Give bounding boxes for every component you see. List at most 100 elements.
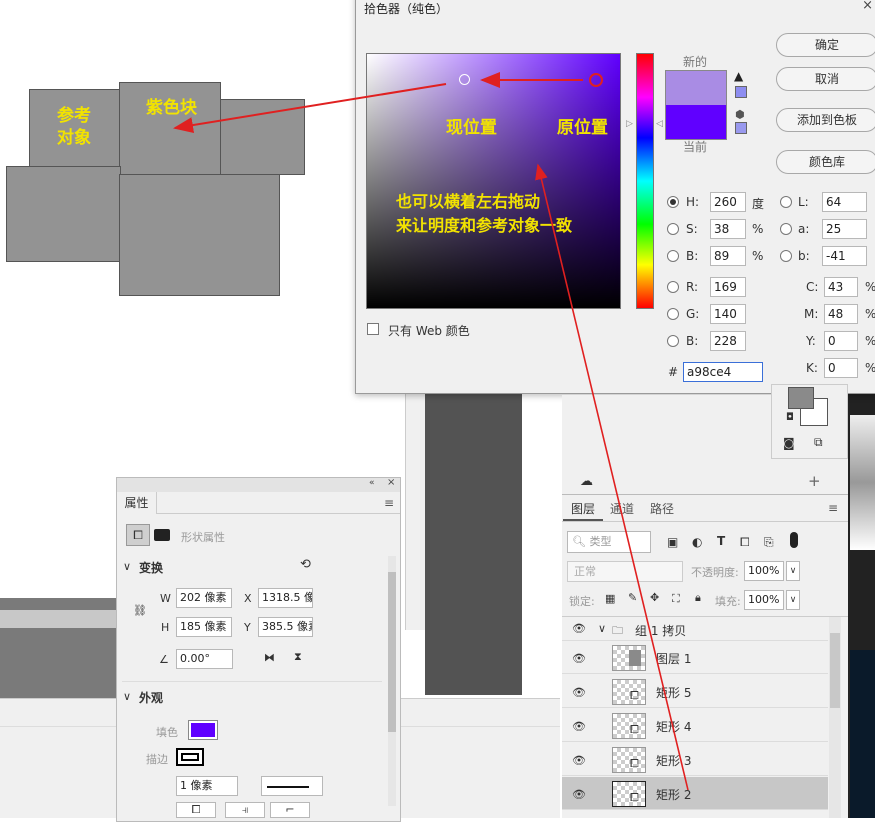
quick-mask-icon[interactable]: ◙ xyxy=(783,436,795,450)
tab-layers[interactable]: 图层 xyxy=(563,497,603,521)
h-field[interactable]: 185 像素 xyxy=(176,617,232,637)
reset-icon[interactable]: ⟲ xyxy=(300,557,311,572)
properties-scrollbar[interactable] xyxy=(388,556,396,806)
cancel-button[interactable]: 取消 xyxy=(776,67,875,91)
web-swatch[interactable] xyxy=(735,122,747,134)
l-field[interactable]: 64 xyxy=(822,192,867,212)
ok-button[interactable]: 确定 xyxy=(776,33,875,57)
blend-mode-dropdown[interactable]: 正常 xyxy=(567,561,683,582)
properties-scrollbar-thumb[interactable] xyxy=(388,572,396,732)
layer-row[interactable]: 👁︎ ⧠ 矩形 3 xyxy=(562,743,828,776)
layer-row[interactable]: 👁︎ 图层 1 xyxy=(562,641,828,674)
eye-icon[interactable]: 👁︎ xyxy=(572,622,586,635)
radio-s[interactable] xyxy=(667,223,679,235)
color-library-button[interactable]: 颜色库 xyxy=(776,150,875,174)
current-color-swatch[interactable] xyxy=(665,105,727,140)
y-field[interactable]: 385.5 像素 xyxy=(258,617,313,637)
eye-icon[interactable]: 👁︎ xyxy=(572,652,586,665)
stroke-style-dropdown[interactable] xyxy=(261,776,323,796)
fill-field[interactable]: 100% xyxy=(744,590,784,610)
c-field[interactable]: 43 xyxy=(824,277,858,297)
tab-paths[interactable]: 路径 xyxy=(642,497,682,521)
layers-scrollbar-thumb[interactable] xyxy=(830,633,840,708)
m-field[interactable]: 48 xyxy=(824,304,858,324)
stroke-size-field[interactable]: 1 像素 xyxy=(176,776,238,796)
close-icon[interactable]: × xyxy=(862,0,873,13)
w-field[interactable]: 202 像素 xyxy=(176,588,232,608)
eye-icon[interactable]: 👁︎ xyxy=(572,686,586,699)
panel-close-icon[interactable]: × xyxy=(387,477,395,488)
gamut-swatch[interactable] xyxy=(735,86,747,98)
k-field[interactable]: 0 xyxy=(824,358,858,378)
stroke-caps-dropdown[interactable]: ⫣ xyxy=(225,802,265,818)
lock-brush-icon[interactable]: ✎ xyxy=(628,591,637,604)
shape-props-icon[interactable]: ⧠ xyxy=(126,524,150,546)
layer-row[interactable]: 👁︎ ⧠ 矩形 4 xyxy=(562,709,828,742)
filter-shape-icon[interactable]: ⧠ xyxy=(740,535,750,550)
stroke-align-dropdown[interactable]: ⧠ xyxy=(176,802,216,818)
foreground-color-swatch[interactable] xyxy=(788,387,814,409)
eye-icon[interactable]: 👁︎ xyxy=(572,788,586,801)
layer-row[interactable]: 👁︎ ⧠ 矩形 2 xyxy=(562,777,828,810)
filter-adjustment-icon[interactable]: ◐ xyxy=(692,535,702,549)
g-field[interactable]: 140 xyxy=(710,304,746,324)
flip-vertical-icon[interactable]: ⧗ xyxy=(294,650,302,664)
y-field[interactable]: 0 xyxy=(824,331,858,351)
stroke-corners-dropdown[interactable]: ⌐ xyxy=(270,802,310,818)
fill-dropdown-icon[interactable]: ∨ xyxy=(786,590,800,610)
add-icon[interactable]: + xyxy=(808,472,821,490)
angle-field[interactable]: 0.00° xyxy=(176,649,233,669)
fill-swatch[interactable] xyxy=(188,720,218,740)
hex-field[interactable]: a98ce4 xyxy=(683,362,763,382)
r-field[interactable]: 169 xyxy=(710,277,746,297)
add-to-swatches-button[interactable]: 添加到色板 xyxy=(776,108,875,132)
lock-transparent-icon[interactable]: ▦ xyxy=(605,592,615,605)
chevron-down-icon[interactable]: ∨ xyxy=(598,622,606,635)
eye-icon[interactable]: 👁︎ xyxy=(572,720,586,733)
h-field[interactable]: 260 xyxy=(710,192,746,212)
radio-l[interactable] xyxy=(780,196,792,208)
a-field[interactable]: 25 xyxy=(822,219,867,239)
web-cube-icon[interactable]: ⬢ xyxy=(735,108,745,121)
properties-tab[interactable]: 属性 xyxy=(117,492,157,514)
filter-image-icon[interactable]: ▣ xyxy=(667,535,678,549)
cloud-icon[interactable]: ☁ xyxy=(580,474,593,489)
color-field[interactable] xyxy=(366,53,621,309)
layers-menu-icon[interactable]: ≡ xyxy=(828,501,838,515)
opacity-field[interactable]: 100% xyxy=(744,561,784,581)
rgb-b-field[interactable]: 228 xyxy=(710,331,746,351)
layer-row[interactable]: 👁︎ ⧠ 矩形 5 xyxy=(562,675,828,708)
eye-icon[interactable]: 👁︎ xyxy=(572,754,586,767)
link-icon[interactable]: ⛓ xyxy=(133,604,147,617)
lock-move-icon[interactable]: ✥ xyxy=(650,591,659,604)
collapse-icon[interactable]: « xyxy=(369,478,375,488)
x-field[interactable]: 1318.5 像素 xyxy=(258,588,313,608)
stroke-swatch[interactable] xyxy=(176,748,204,766)
lock-all-icon[interactable]: 🔒︎ xyxy=(695,591,701,605)
b-field[interactable]: 89 xyxy=(710,246,746,266)
lab-b-field[interactable]: -41 xyxy=(822,246,867,266)
radio-h[interactable] xyxy=(667,196,679,208)
flip-horizontal-icon[interactable]: ⧓ xyxy=(264,651,275,664)
radio-g[interactable] xyxy=(667,308,679,320)
layer-group-row[interactable]: 👁︎ ∨ 🗀 组 1 拷贝 xyxy=(562,617,828,641)
filter-smart-icon[interactable]: ⎘ xyxy=(764,535,774,550)
s-field[interactable]: 38 xyxy=(710,219,746,239)
transform-chevron-icon[interactable]: ∨ xyxy=(123,560,131,573)
layers-scrollbar[interactable] xyxy=(829,617,841,818)
default-colors-icon[interactable]: ◘ xyxy=(786,412,794,423)
appearance-chevron-icon[interactable]: ∨ xyxy=(123,690,131,703)
hue-slider-right-arrow[interactable]: ◁ xyxy=(656,119,663,129)
hue-slider-left-arrow[interactable]: ▷ xyxy=(626,119,633,129)
radio-b[interactable] xyxy=(667,250,679,262)
radio-a[interactable] xyxy=(780,223,792,235)
radio-r[interactable] xyxy=(667,281,679,293)
properties-menu-icon[interactable]: ≡ xyxy=(384,496,394,510)
layer-kind-filter[interactable]: 🔍︎ 类型 xyxy=(567,531,651,553)
filter-toggle-icon[interactable] xyxy=(790,532,798,548)
filter-type-icon[interactable]: T xyxy=(717,534,725,548)
web-only-checkbox[interactable] xyxy=(367,323,379,335)
tab-channels[interactable]: 通道 xyxy=(603,497,641,521)
hue-slider[interactable] xyxy=(636,53,654,309)
opacity-dropdown-icon[interactable]: ∨ xyxy=(786,561,800,581)
